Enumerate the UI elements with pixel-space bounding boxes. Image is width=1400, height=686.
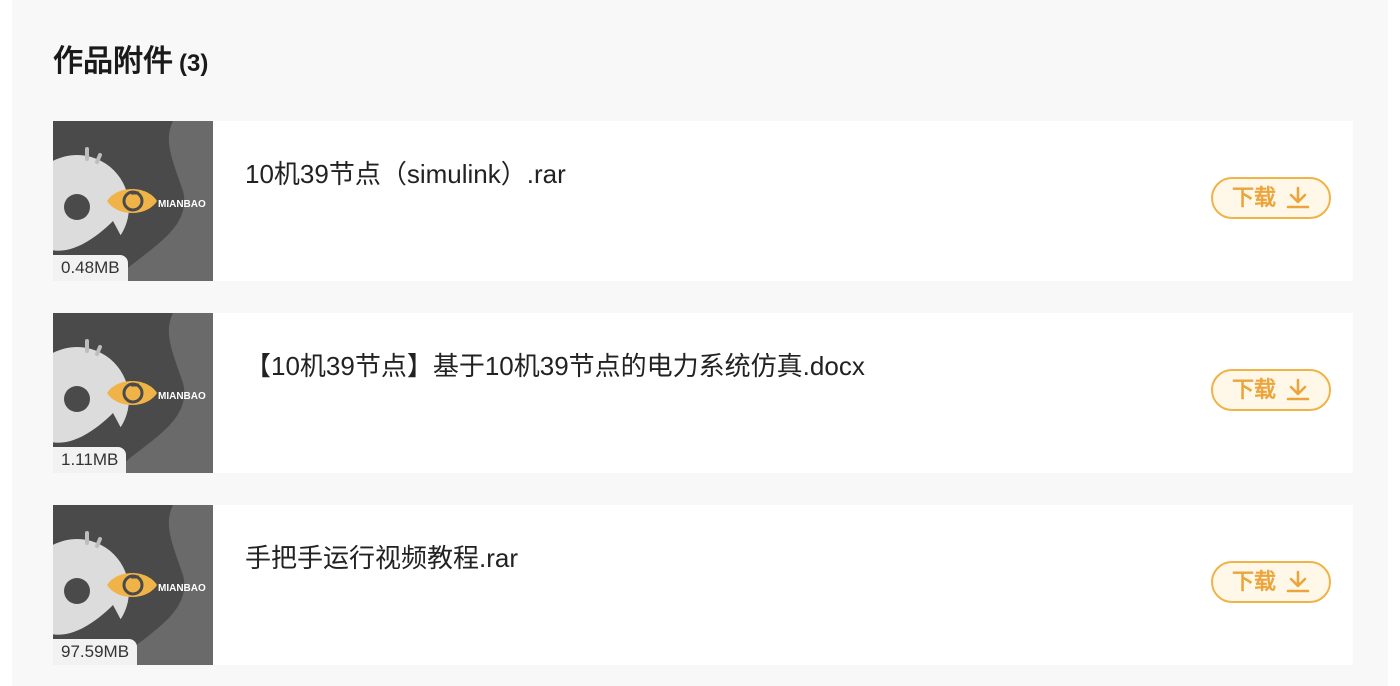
logo-text: MIANBAO: [158, 583, 206, 594]
file-name[interactable]: 10机39节点（simulink）.rar: [245, 157, 566, 191]
file-name[interactable]: 手把手运行视频教程.rar: [245, 541, 518, 575]
section-title-text: 作品附件: [53, 45, 173, 78]
download-button[interactable]: 下载: [1211, 561, 1331, 603]
file-size-badge: 1.11MB: [53, 447, 127, 473]
download-label: 下载: [1231, 185, 1276, 210]
file-size-badge: 97.59MB: [53, 639, 138, 665]
file-thumbnail: MIANBAO 1.11MB: [53, 313, 213, 473]
file-thumbnail: MIANBAO 0.48MB: [53, 121, 213, 281]
download-label: 下载: [1231, 377, 1276, 402]
download-icon: [1286, 378, 1310, 401]
file-size-badge: 0.48MB: [53, 255, 128, 281]
logo-text: MIANBAO: [158, 199, 206, 210]
download-icon: [1286, 570, 1310, 593]
file-thumbnail: MIANBAO 97.59MB: [53, 505, 213, 665]
download-icon: [1286, 186, 1310, 209]
attachment-item: MIANBAO 97.59MB 手把手运行视频教程.rar 下载: [53, 505, 1353, 665]
download-button[interactable]: 下载: [1211, 369, 1331, 411]
logo-text: MIANBAO: [158, 391, 206, 402]
section-title: 作品附件 (3): [53, 42, 208, 84]
file-name[interactable]: 【10机39节点】基于10机39节点的电力系统仿真.docx: [245, 349, 865, 383]
attachments-panel: 作品附件 (3) MIANBAO 0.48MB 10机39节点（simulink）…: [12, 0, 1388, 686]
attachment-item: MIANBAO 0.48MB 10机39节点（simulink）.rar 下载: [53, 121, 1353, 281]
download-button[interactable]: 下载: [1211, 177, 1331, 219]
download-label: 下载: [1231, 569, 1276, 594]
attachment-count: (3): [179, 50, 209, 77]
attachment-item: MIANBAO 1.11MB 【10机39节点】基于10机39节点的电力系统仿真…: [53, 313, 1353, 473]
